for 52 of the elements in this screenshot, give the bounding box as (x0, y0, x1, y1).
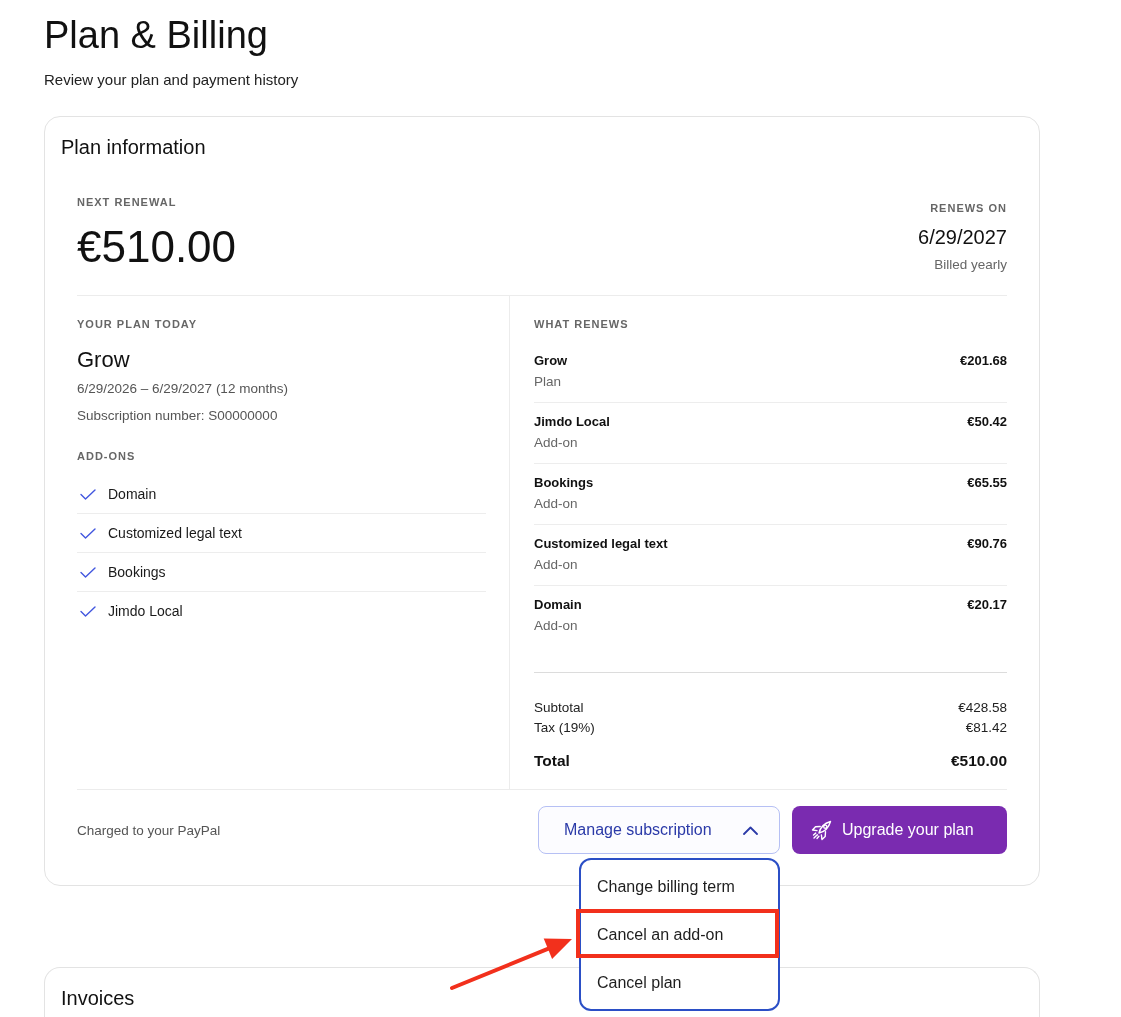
section-label: RENEWS ON (930, 202, 1007, 215)
item-price: €20.17 (967, 596, 1007, 614)
item-price: €201.68 (960, 352, 1007, 370)
plan-name: Grow (77, 346, 130, 374)
check-icon (80, 566, 96, 578)
item-type: Add-on (534, 434, 578, 452)
rocket-icon (811, 819, 832, 841)
page-title: Plan & Billing (44, 13, 268, 57)
section-label: NEXT RENEWAL (77, 196, 177, 209)
summary-label: Subtotal (534, 699, 584, 715)
addon-name: Customized legal text (108, 525, 242, 541)
summary-amount: €428.58 (958, 699, 1007, 715)
card-title: Plan information (61, 135, 206, 159)
addon-name: Bookings (108, 564, 166, 580)
section-label: ADD-ONS (77, 449, 136, 463)
section-label: YOUR PLAN TODAY (77, 317, 198, 331)
item-price: €50.42 (967, 413, 1007, 431)
addon-name: Domain (108, 486, 157, 502)
item-price: €65.55 (967, 474, 1007, 492)
item-name: Customized legal text (534, 535, 668, 553)
item-type: Add-on (534, 617, 578, 635)
total-label: Total (534, 752, 570, 770)
item-type: Add-on (534, 556, 578, 574)
menu-item[interactable]: Cancel plan (581, 959, 778, 1007)
billing-cycle: Billed yearly (934, 256, 1007, 274)
total-amount: €510.00 (950, 752, 1007, 770)
item-name: Bookings (534, 474, 594, 492)
renewal-date: 6/29/2027 (918, 225, 1007, 249)
item-name: Jimdo Local (534, 413, 610, 431)
addon-name: Jimdo Local (108, 603, 183, 619)
page-subtitle: Review your plan and payment history (44, 70, 299, 90)
manage-subscription-button[interactable]: Manage subscription (538, 806, 780, 854)
card-title: Invoices (61, 987, 135, 1009)
check-icon (80, 488, 96, 500)
menu-item[interactable]: Change billing term (581, 863, 778, 911)
subscription-number: Subscription number: S00000000 (77, 407, 278, 425)
item-name: Grow (534, 352, 568, 370)
summary-amount: €81.42 (965, 720, 1007, 735)
summary-label: Tax (19%) (534, 720, 595, 735)
upgrade-plan-button[interactable]: Upgrade your plan (792, 806, 1007, 854)
item-type: Add-on (534, 495, 578, 513)
check-icon (80, 527, 96, 539)
item-name: Domain (534, 596, 582, 614)
plan-period: 6/29/2026 – 6/29/2027 (12 months) (77, 380, 288, 398)
renewal-amount: €510.00 (77, 222, 237, 272)
check-icon (80, 605, 96, 617)
section-label: WHAT RENEWS (534, 317, 629, 331)
chevron-icon (743, 825, 758, 835)
menu-item[interactable]: Cancel an add-on (581, 911, 778, 959)
item-price: €90.76 (967, 535, 1007, 553)
payment-method-note: Charged to your PayPal (77, 822, 221, 838)
item-type: Plan (534, 373, 562, 391)
